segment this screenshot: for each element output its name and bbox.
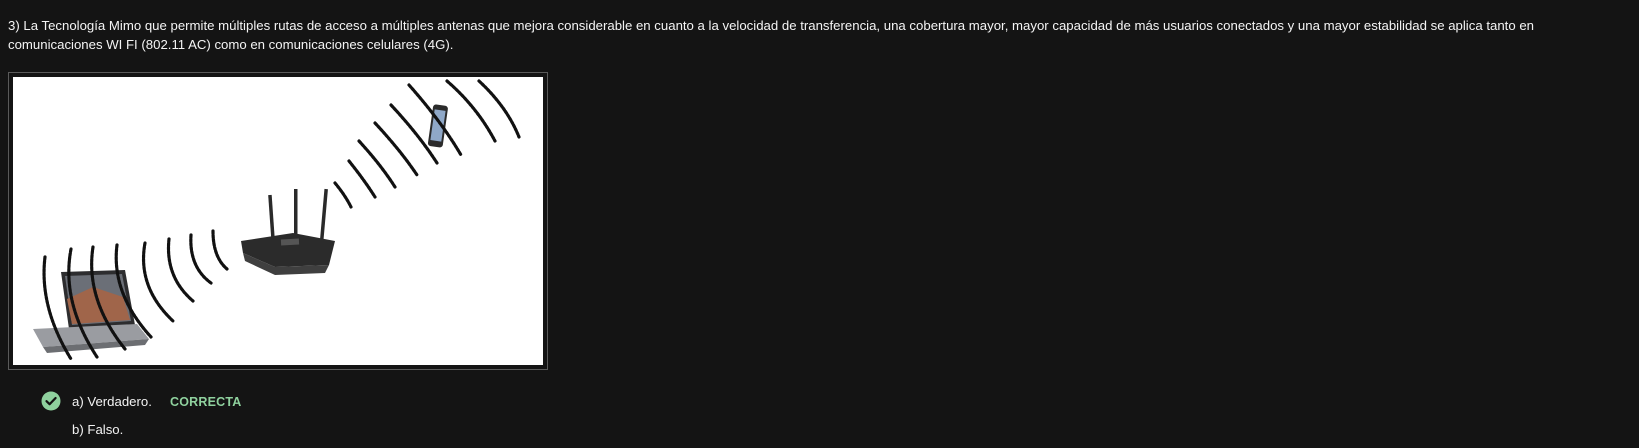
question-image-frame <box>8 72 548 370</box>
router-illustration <box>241 188 335 275</box>
correct-status-badge: CORRECTA <box>170 395 242 409</box>
option-a[interactable]: a) Verdadero. <box>72 394 152 410</box>
option-b[interactable]: b) Falso. <box>72 422 123 438</box>
mimo-illustration-svg <box>33 79 521 361</box>
question-text: 3) La Tecnología Mimo que permite múltip… <box>8 18 1534 52</box>
mimo-illustration <box>13 77 543 365</box>
signal-waves-phone <box>333 79 521 209</box>
check-circle-icon <box>41 391 61 411</box>
